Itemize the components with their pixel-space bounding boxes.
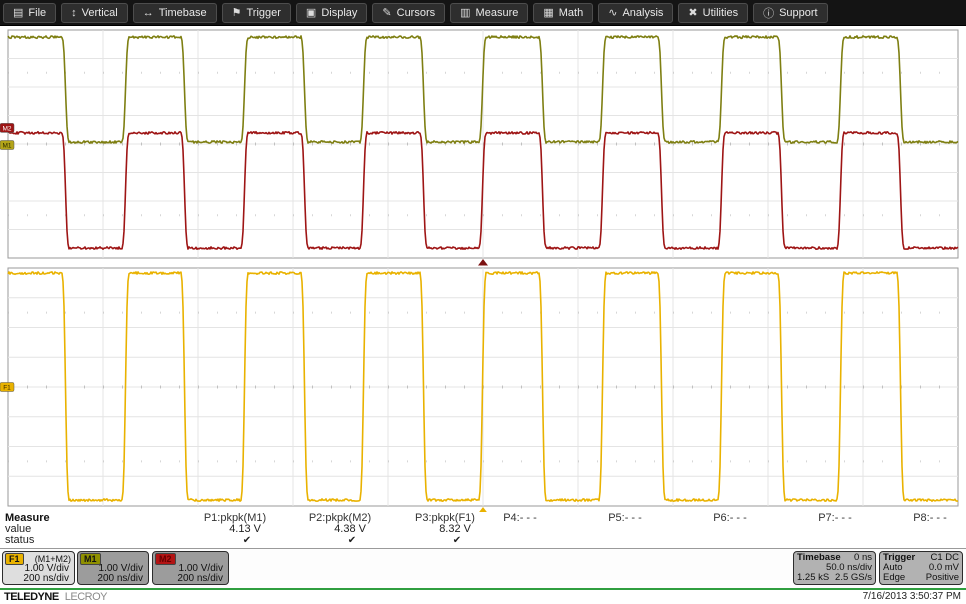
descriptor-m2[interactable]: M2 1.00 V/div 200 ns/div [152, 551, 229, 585]
measure-param-p6[interactable]: P6:- - - [678, 513, 782, 547]
menu-label-trigger: Trigger [246, 6, 281, 19]
analysis-icon: ∿ [608, 7, 618, 19]
param-value [573, 524, 677, 535]
param-label: P7:- - - [818, 512, 852, 524]
param-status [573, 535, 677, 547]
timebase-box[interactable]: Timebase 0 ns 50.0 ns/div 1.25 kS 2.5 GS… [793, 551, 876, 585]
param-status [783, 535, 887, 547]
trigger-icon: ⚑ [231, 7, 242, 19]
menu-button-utilities[interactable]: ✖ Utilities [678, 2, 749, 23]
menu-button-cursors[interactable]: ✎ Cursors [372, 2, 446, 23]
menu-button-file[interactable]: ▤ File [3, 2, 57, 23]
f1-time-per-div: 200 ns/div [23, 573, 69, 584]
timebase-icon: ↔ [142, 6, 154, 19]
param-value [678, 524, 782, 535]
zero-marker-m1: M1 [0, 140, 15, 150]
param-value: 4.38 V [334, 523, 366, 535]
m2-time-per-div: 200 ns/div [177, 573, 223, 584]
svg-text:M2: M2 [2, 126, 11, 133]
measure-param-p5[interactable]: P5:- - - [573, 513, 677, 547]
param-status: ✔ [242, 535, 252, 546]
measure-param-p2[interactable]: P2:pkpk(M2) 4.38 V ✔ [288, 513, 392, 547]
measure-panel: Measure value status P1:pkpk(M1) 4.13 V ✔ P… [0, 512, 966, 548]
menu-label-math: Math [558, 6, 584, 19]
param-label: P6:- - - [713, 512, 747, 524]
param-value: 4.13 V [229, 523, 261, 535]
menu-button-trigger[interactable]: ⚑ Trigger [221, 2, 291, 23]
measure-param-p1[interactable]: P1:pkpk(M1) 4.13 V ✔ [183, 513, 287, 547]
file-icon: ▤ [13, 7, 24, 19]
param-label: P5:- - - [608, 512, 642, 524]
menu-label-utilities: Utilities [702, 6, 739, 19]
measure-param-p7[interactable]: P7:- - - [783, 513, 887, 547]
status-bar: TELEDYNE LECROY 7/16/2013 3:50:37 PM [0, 590, 966, 604]
descriptor-strip: F1 (M1+M2) 1.00 V/div 200 ns/div M1 1.00… [0, 548, 966, 588]
zero-marker-m2: M2 [0, 123, 15, 133]
menu-button-measure[interactable]: ▥ Measure [450, 2, 529, 23]
param-label: P4:- - - [503, 512, 537, 524]
cursors-icon: ✎ [382, 7, 392, 19]
brand-secondary: LECROY [64, 591, 108, 603]
support-icon: ⓘ [763, 7, 775, 20]
menu-label-timebase: Timebase [158, 6, 207, 19]
m1-time-per-div: 200 ns/div [97, 573, 143, 584]
menu-button-math[interactable]: ▦ Math [533, 2, 594, 23]
vertical-icon: ↕ [71, 6, 77, 19]
param-value [783, 524, 887, 535]
teledyne-lecroy-logo: TELEDYNE LECROY [4, 590, 108, 604]
menu-label-support: Support [779, 6, 818, 19]
f1-channel-chip: F1 [5, 552, 24, 565]
trigger-box[interactable]: Trigger C1 DC Auto 0.0 mV Edge Positive [879, 551, 963, 585]
param-status [468, 535, 572, 547]
param-status [878, 535, 966, 547]
param-value [468, 524, 572, 535]
descriptor-f1[interactable]: F1 (M1+M2) 1.00 V/div 200 ns/div [2, 551, 75, 585]
menu-button-timebase[interactable]: ↔ Timebase [132, 2, 217, 23]
menu-label-file: File [28, 6, 47, 19]
svg-text:M1: M1 [2, 143, 11, 150]
trigger-coupling: Edge [883, 572, 906, 583]
trigger-position-marker-top[interactable] [478, 259, 488, 266]
timebase-sample-rate: 2.5 GS/s [835, 572, 872, 583]
param-status [678, 535, 782, 547]
menu-bar: ▤ File ↕ Vertical ↔ Timebase ⚑ Trigger ▣ Display ✎… [0, 0, 966, 26]
svg-text:F1: F1 [3, 385, 11, 392]
param-value [878, 524, 966, 535]
menu-label-display: Display [321, 6, 358, 19]
trigger-slope: Positive [925, 572, 959, 583]
menu-label-measure: Measure [475, 6, 519, 19]
display-icon: ▣ [305, 7, 317, 19]
zero-marker-f1: F1 [0, 382, 15, 392]
waveform-display[interactable]: M2 M1 F1 [0, 26, 966, 514]
menu-label-vertical: Vertical [81, 6, 118, 19]
menu-button-vertical[interactable]: ↕ Vertical [61, 2, 128, 23]
f1-source-label: (M1+M2) [34, 553, 71, 564]
utilities-icon: ✖ [688, 7, 698, 19]
menu-label-analysis: Analysis [622, 6, 664, 19]
param-status: ✔ [347, 535, 357, 546]
brand-primary: TELEDYNE [4, 591, 59, 603]
menu-button-support[interactable]: ⓘ Support [753, 2, 828, 23]
measure-row-labels: Measure value status [5, 513, 50, 546]
measure-param-p8[interactable]: P8:- - - [878, 513, 966, 547]
m2-channel-chip: M2 [155, 552, 176, 565]
datetime-label: 7/16/2013 3:50:37 PM [862, 591, 961, 602]
measure-status-row-label: status [5, 534, 35, 546]
measure-param-p4[interactable]: P4:- - - [468, 513, 572, 547]
oscilloscope-screen: ▤ File ↕ Vertical ↔ Timebase ⚑ Trigger ▣ Display ✎… [0, 0, 966, 604]
measure-icon: ▥ [460, 7, 471, 19]
descriptor-m1[interactable]: M1 1.00 V/div 200 ns/div [77, 551, 149, 585]
menu-button-display[interactable]: ▣ Display [295, 2, 368, 23]
math-icon: ▦ [543, 7, 554, 19]
m1-channel-chip: M1 [80, 552, 101, 565]
param-label: P8:- - - [913, 512, 947, 524]
menu-button-analysis[interactable]: ∿ Analysis [598, 2, 674, 23]
timebase-samples: 1.25 kS [797, 572, 830, 583]
menu-label-cursors: Cursors [396, 6, 436, 19]
